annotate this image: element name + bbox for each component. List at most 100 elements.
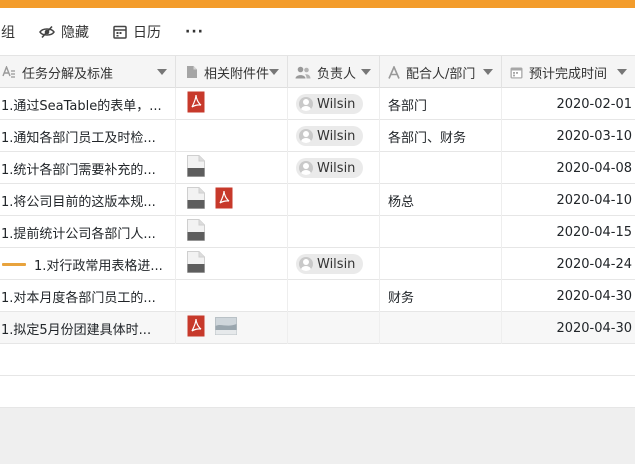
due-date-cell[interactable]: 2020-04-24 bbox=[502, 248, 635, 280]
task-cell[interactable]: 1.统计各部门需要补充的... bbox=[0, 152, 176, 184]
document-file-icon[interactable] bbox=[187, 155, 205, 181]
document-file-icon[interactable] bbox=[187, 187, 205, 213]
row-progress-bar bbox=[2, 262, 26, 266]
pdf-file-icon[interactable] bbox=[187, 315, 205, 341]
column-header-due-date[interactable]: 预计完成时间 bbox=[502, 56, 635, 88]
due-date-text: 2020-04-15 bbox=[556, 224, 632, 240]
task-text: 1.拟定5月份团建具体时... bbox=[1, 322, 152, 338]
letter-a-icon bbox=[388, 65, 400, 79]
task-cell[interactable]: 1.将公司目前的这版本规... bbox=[0, 184, 176, 216]
task-cell[interactable]: 1.通知各部门员工及时检... bbox=[0, 120, 176, 152]
cooperator-cell[interactable] bbox=[380, 312, 502, 344]
due-date-cell[interactable]: 2020-02-01 bbox=[502, 88, 635, 120]
group-button[interactable]: 组 bbox=[1, 18, 15, 46]
task-cell[interactable]: 1.对本月度各部门员工的... bbox=[0, 280, 176, 312]
avatar bbox=[299, 161, 313, 175]
column-header-attachments[interactable]: 相关附件件 bbox=[176, 56, 288, 88]
chevron-down-icon[interactable] bbox=[269, 69, 279, 75]
document-file-icon[interactable] bbox=[187, 219, 205, 245]
cooperator-cell[interactable]: 各部门 bbox=[380, 88, 502, 120]
task-cell[interactable]: 1.提前统计公司各部门人... bbox=[0, 216, 176, 248]
owner-chip[interactable]: Wilsin bbox=[296, 126, 364, 146]
column-header-owner[interactable]: 负责人 bbox=[288, 56, 380, 88]
calendar-button[interactable]: 日历 bbox=[113, 18, 161, 46]
cooperator-cell[interactable]: 杨总 bbox=[380, 184, 502, 216]
owner-chip[interactable]: Wilsin bbox=[296, 158, 364, 178]
cooperator-cell[interactable] bbox=[380, 216, 502, 248]
table-row[interactable]: 1.拟定5月份团建具体时... 2020-04-30 bbox=[0, 312, 635, 344]
column-header-cooperator[interactable]: 配合人/部门 bbox=[380, 56, 502, 88]
table-row[interactable]: 1.将公司目前的这版本规... 杨总 2020-04-10 bbox=[0, 184, 635, 216]
table-row[interactable]: 1.统计各部门需要补充的... Wilsin 2020-04-08 bbox=[0, 152, 635, 184]
owner-chip[interactable]: Wilsin bbox=[296, 94, 364, 114]
owner-cell[interactable] bbox=[288, 216, 380, 248]
due-date-cell[interactable]: 2020-04-15 bbox=[502, 216, 635, 248]
due-date-text: 2020-04-30 bbox=[556, 288, 632, 304]
more-button[interactable]: ··· bbox=[185, 18, 204, 46]
hide-button[interactable]: 隐藏 bbox=[39, 18, 89, 46]
task-text: 1.对行政常用表格进... bbox=[34, 258, 163, 274]
attachments-cell[interactable] bbox=[176, 280, 288, 312]
table-row[interactable]: 1.通过SeaTable的表单，... Wilsin 各部门 2020-02-0… bbox=[0, 88, 635, 120]
more-icon: ··· bbox=[185, 23, 204, 40]
chevron-down-icon[interactable] bbox=[157, 69, 167, 75]
cooperator-cell[interactable]: 各部门、财务 bbox=[380, 120, 502, 152]
owner-cell[interactable] bbox=[288, 312, 380, 344]
cooperator-cell[interactable] bbox=[380, 248, 502, 280]
file-icon bbox=[186, 65, 198, 79]
task-text: 1.提前统计公司各部门人... bbox=[1, 226, 156, 242]
owner-cell[interactable] bbox=[288, 280, 380, 312]
owner-cell[interactable]: Wilsin bbox=[288, 248, 380, 280]
owner-cell[interactable] bbox=[288, 184, 380, 216]
task-cell[interactable]: 1.拟定5月份团建具体时... bbox=[0, 312, 176, 344]
due-date-cell[interactable]: 2020-03-10 bbox=[502, 120, 635, 152]
document-file-icon[interactable] bbox=[187, 251, 205, 277]
top-accent-bar bbox=[0, 0, 635, 8]
owner-cell[interactable]: Wilsin bbox=[288, 120, 380, 152]
column-header-task[interactable]: 任务分解及标准 bbox=[0, 56, 176, 88]
table-grid: 任务分解及标准 相关附件件 负责人 配合人/部门 预计完成时间 1.通过SeaT… bbox=[0, 56, 635, 408]
task-text: 1.通知各部门员工及时检... bbox=[1, 130, 156, 146]
attachments-cell[interactable] bbox=[176, 152, 288, 184]
pdf-file-icon[interactable] bbox=[215, 187, 233, 213]
owner-name: Wilsin bbox=[317, 96, 356, 112]
attachments-cell[interactable] bbox=[176, 88, 288, 120]
table-row[interactable]: 1.提前统计公司各部门人... 2020-04-15 bbox=[0, 216, 635, 248]
table-row[interactable]: 1.对行政常用表格进... Wilsin 2020-04-24 bbox=[0, 248, 635, 280]
pdf-file-icon[interactable] bbox=[187, 91, 205, 117]
attachments-cell[interactable] bbox=[176, 216, 288, 248]
image-file-icon[interactable] bbox=[215, 317, 237, 339]
chevron-down-icon[interactable] bbox=[483, 69, 493, 75]
cooperator-cell[interactable] bbox=[380, 152, 502, 184]
due-date-cell[interactable]: 2020-04-08 bbox=[502, 152, 635, 184]
attachments-cell[interactable] bbox=[176, 184, 288, 216]
due-date-cell[interactable]: 2020-04-10 bbox=[502, 184, 635, 216]
avatar bbox=[299, 257, 313, 271]
empty-row[interactable] bbox=[0, 376, 635, 408]
cooperator-text: 杨总 bbox=[388, 194, 415, 210]
due-date-cell[interactable]: 2020-04-30 bbox=[502, 312, 635, 344]
calendar-label: 日历 bbox=[133, 24, 161, 41]
attachments-cell[interactable] bbox=[176, 120, 288, 152]
table-row[interactable]: 1.对本月度各部门员工的... 财务 2020-04-30 bbox=[0, 280, 635, 312]
owner-cell[interactable]: Wilsin bbox=[288, 88, 380, 120]
due-date-cell[interactable]: 2020-04-30 bbox=[502, 280, 635, 312]
empty-row[interactable] bbox=[0, 344, 635, 376]
cooperator-text: 财务 bbox=[388, 290, 415, 306]
calendar-grid-icon bbox=[113, 25, 127, 39]
owner-name: Wilsin bbox=[317, 256, 356, 272]
table-row[interactable]: 1.通知各部门员工及时检... Wilsin 各部门、财务 2020-03-10 bbox=[0, 120, 635, 152]
owner-cell[interactable]: Wilsin bbox=[288, 152, 380, 184]
cooperator-cell[interactable]: 财务 bbox=[380, 280, 502, 312]
task-text: 1.对本月度各部门员工的... bbox=[1, 290, 156, 306]
chevron-down-icon[interactable] bbox=[361, 69, 371, 75]
task-cell[interactable]: 1.对行政常用表格进... bbox=[0, 248, 176, 280]
owner-chip[interactable]: Wilsin bbox=[296, 254, 364, 274]
task-cell[interactable]: 1.通过SeaTable的表单，... bbox=[0, 88, 176, 120]
due-date-text: 2020-04-10 bbox=[556, 192, 632, 208]
group-label: 组 bbox=[1, 24, 15, 41]
attachments-cell[interactable] bbox=[176, 248, 288, 280]
chevron-down-icon[interactable] bbox=[617, 69, 627, 75]
attachments-cell[interactable] bbox=[176, 312, 288, 344]
column-label: 配合人/部门 bbox=[406, 66, 476, 82]
